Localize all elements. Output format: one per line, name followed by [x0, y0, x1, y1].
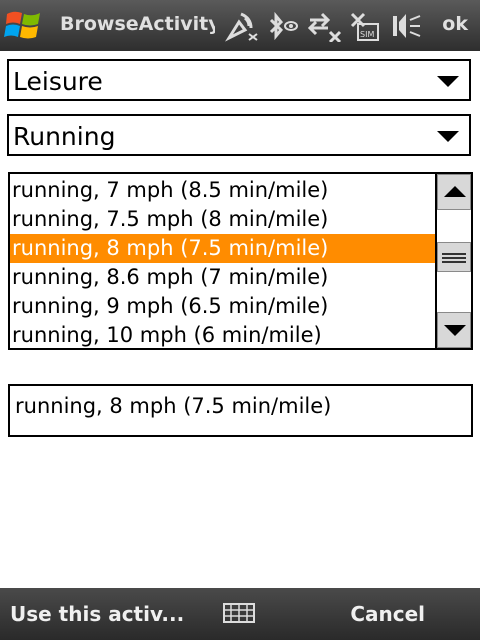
- bluetooth-icon[interactable]: [265, 10, 299, 42]
- windows-start-icon[interactable]: [4, 8, 44, 44]
- grip-line: [442, 261, 466, 263]
- scroll-down-button[interactable]: [437, 312, 471, 348]
- activity-list[interactable]: running, 7 mph (8.5 min/mile) running, 7…: [8, 172, 473, 350]
- menu-bar: Use this activ... Cancel: [0, 588, 480, 640]
- arrow-up-icon: [444, 186, 466, 197]
- signal-icon[interactable]: [225, 10, 259, 42]
- list-item[interactable]: running, 10 mph (6 min/mile): [10, 321, 437, 348]
- list-item[interactable]: running, 8.6 mph (7 min/mile): [10, 263, 437, 292]
- svg-text:SIM: SIM: [360, 30, 374, 39]
- scroll-up-button[interactable]: [437, 174, 471, 210]
- window-title: BrowseActivity: [60, 13, 215, 35]
- grip-line: [442, 257, 466, 259]
- category-value: Leisure: [13, 67, 103, 96]
- chevron-down-icon[interactable]: [437, 131, 459, 142]
- speaker-icon[interactable]: [390, 10, 424, 42]
- grip-line: [442, 253, 466, 255]
- chevron-down-icon[interactable]: [437, 76, 459, 87]
- list-item[interactable]: running, 7.5 mph (8 min/mile): [10, 205, 437, 234]
- keyboard-icon[interactable]: [223, 603, 255, 623]
- data-connection-icon[interactable]: [306, 10, 342, 42]
- title-bar: BrowseActivity SIM ok: [0, 0, 480, 51]
- arrow-down-icon: [444, 325, 466, 336]
- cancel-softkey[interactable]: Cancel: [350, 602, 425, 626]
- use-activity-softkey[interactable]: Use this activ...: [10, 602, 184, 626]
- activity-dropdown[interactable]: Running: [7, 114, 471, 156]
- no-sim-icon[interactable]: SIM: [348, 10, 382, 42]
- list-scrollbar[interactable]: [435, 174, 471, 348]
- category-dropdown[interactable]: Leisure: [7, 59, 471, 101]
- selected-activity-text: running, 8 mph (7.5 min/mile): [15, 394, 332, 418]
- list-item[interactable]: running, 7 mph (8.5 min/mile): [10, 176, 437, 205]
- ok-button[interactable]: ok: [442, 13, 468, 35]
- list-item-selected[interactable]: running, 8 mph (7.5 min/mile): [10, 234, 437, 263]
- list-item[interactable]: running, 9 mph (6.5 min/mile): [10, 292, 437, 321]
- scroll-thumb[interactable]: [437, 242, 471, 272]
- activity-value: Running: [13, 122, 116, 151]
- selected-activity-field[interactable]: running, 8 mph (7.5 min/mile): [8, 384, 473, 437]
